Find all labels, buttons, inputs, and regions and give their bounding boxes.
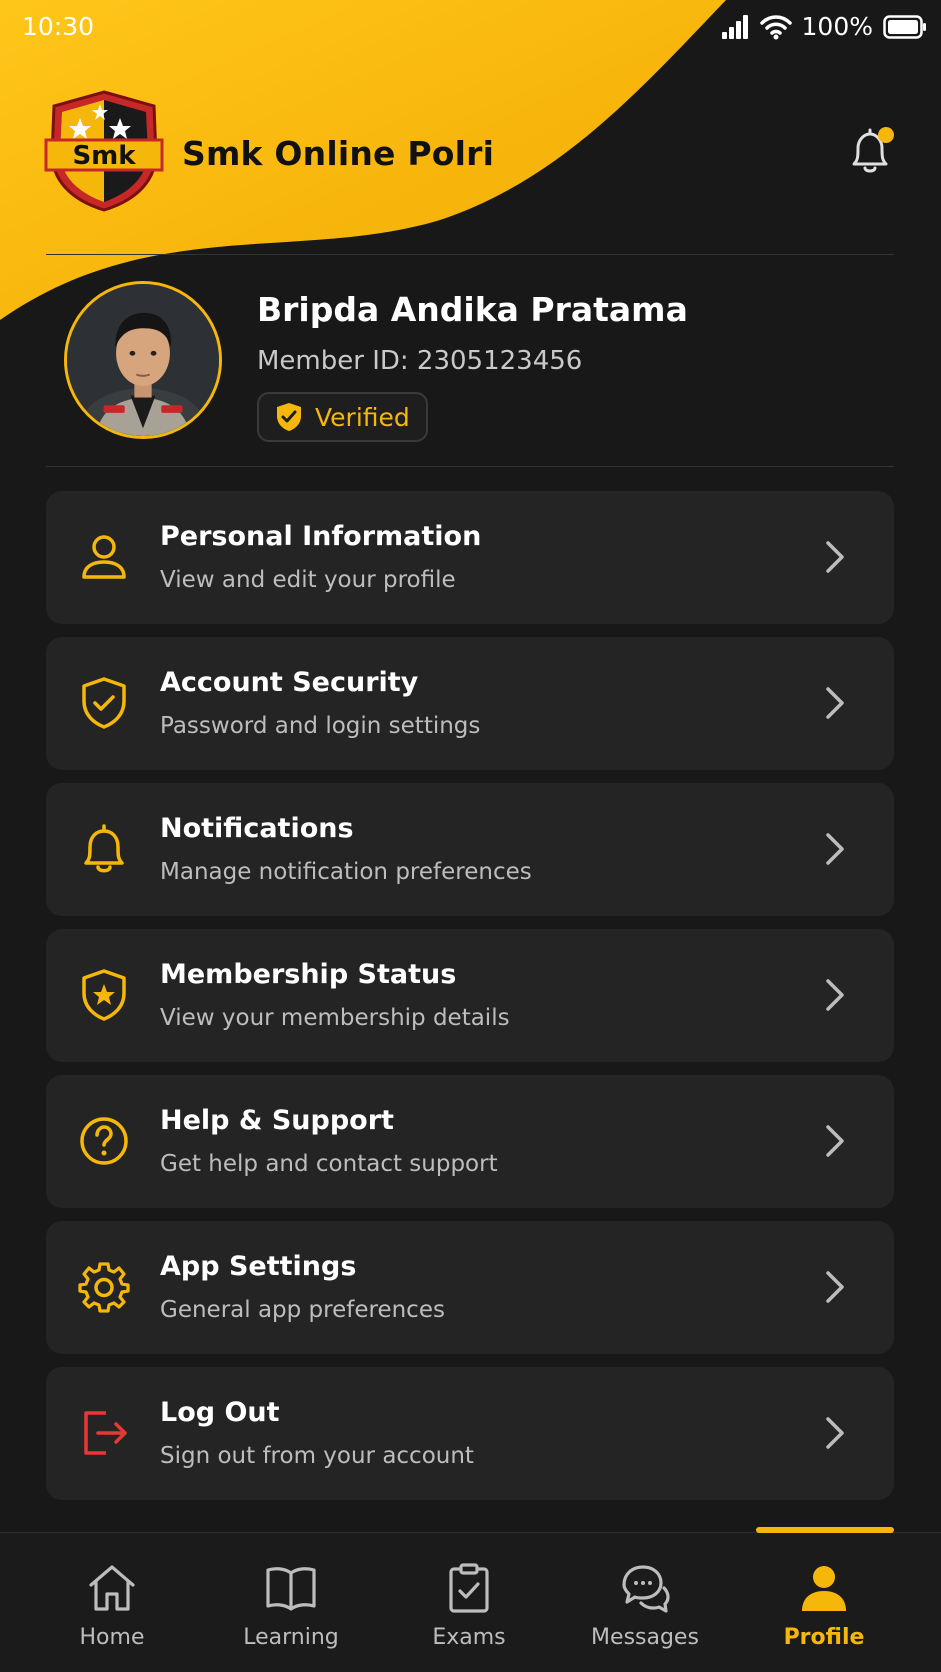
menu-item-log-out[interactable]: Log Out Sign out from your account — [46, 1367, 894, 1500]
battery-icon — [883, 14, 926, 39]
book-icon — [266, 1567, 316, 1611]
user-icon — [82, 535, 126, 579]
menu-title: App Settings — [160, 1251, 357, 1282]
clipboard-check-icon — [449, 1563, 489, 1613]
menu-title: Personal Information — [160, 521, 482, 552]
nav-exams[interactable]: Exams — [394, 1561, 544, 1661]
profile-screen: 10:30 100% Smk Smk Online Polri Bripda A… — [0, 0, 941, 1672]
shield-check-icon — [277, 403, 301, 431]
profile-name: Bripda Andika Pratama — [257, 290, 688, 329]
gear-icon — [78, 1262, 130, 1313]
nav-label: Exams — [432, 1625, 506, 1650]
nav-profile[interactable]: Profile — [749, 1561, 899, 1661]
bell-icon — [84, 824, 124, 873]
menu-subtitle: General app preferences — [160, 1297, 445, 1323]
battery-percentage: 100% — [801, 12, 873, 41]
shield-star-icon — [82, 969, 126, 1021]
bottom-navigation: Home Learning Exams Messages Profile — [0, 1527, 941, 1672]
shield-check-icon — [82, 677, 126, 729]
menu-title: Help & Support — [160, 1105, 394, 1136]
nav-home[interactable]: Home — [37, 1561, 187, 1661]
menu-subtitle: Get help and contact support — [160, 1151, 498, 1177]
menu-title: Notifications — [160, 813, 354, 844]
chevron-right-icon — [826, 1417, 844, 1449]
status-indicators: 100% — [720, 12, 927, 41]
nav-label: Messages — [591, 1625, 699, 1650]
avatar — [64, 281, 222, 439]
verified-badge: Verified — [257, 392, 428, 442]
chevron-right-icon — [826, 687, 844, 719]
bell-icon — [852, 127, 894, 173]
menu-item-personal-information[interactable]: Personal Information View and edit your … — [46, 491, 894, 624]
chevron-right-icon — [826, 979, 844, 1011]
logo-text: Smk — [72, 141, 136, 171]
menu-item-notifications[interactable]: Notifications Manage notification prefer… — [46, 783, 894, 916]
menu-item-account-security[interactable]: Account Security Password and login sett… — [46, 637, 894, 770]
chevron-right-icon — [826, 1125, 844, 1157]
chevron-right-icon — [826, 1271, 844, 1303]
chevron-right-icon — [826, 541, 844, 573]
signal-icon — [721, 14, 748, 39]
active-tab-indicator — [756, 1527, 894, 1533]
menu-subtitle: View your membership details — [160, 1005, 510, 1031]
menu-title: Membership Status — [160, 959, 457, 990]
menu-title: Account Security — [160, 667, 419, 698]
menu-subtitle: Sign out from your account — [160, 1443, 474, 1469]
wifi-icon — [759, 14, 792, 39]
chat-icon — [622, 1565, 670, 1613]
chevron-right-icon — [826, 833, 844, 865]
notification-dot — [878, 127, 894, 143]
notification-button[interactable] — [846, 126, 894, 178]
nav-label: Learning — [243, 1625, 339, 1650]
status-bar: 10:30 100% — [0, 0, 941, 56]
menu-subtitle: Manage notification preferences — [160, 859, 532, 885]
nav-messages[interactable]: Messages — [570, 1561, 720, 1661]
app-logo: Smk — [44, 90, 164, 212]
question-icon — [80, 1117, 128, 1165]
menu-item-membership-status[interactable]: Membership Status View your membership d… — [46, 929, 894, 1062]
avatar-portrait — [67, 284, 219, 436]
home-icon — [89, 1565, 135, 1611]
menu-title: Log Out — [160, 1397, 280, 1428]
divider — [46, 466, 894, 467]
member-id: Member ID: 2305123456 — [257, 346, 583, 376]
nav-label: Profile — [783, 1625, 865, 1650]
nav-label: Home — [79, 1625, 145, 1650]
verified-label: Verified — [315, 402, 410, 432]
menu-subtitle: View and edit your profile — [160, 567, 456, 593]
profile-icon — [802, 1566, 846, 1611]
status-time: 10:30 — [22, 12, 95, 41]
menu-item-app-settings[interactable]: App Settings General app preferences — [46, 1221, 894, 1354]
nav-learning[interactable]: Learning — [216, 1561, 366, 1661]
menu-item-help-support[interactable]: Help & Support Get help and contact supp… — [46, 1075, 894, 1208]
divider — [46, 254, 894, 255]
logout-icon — [84, 1411, 127, 1455]
menu-subtitle: Password and login settings — [160, 713, 481, 739]
app-title: Smk Online Polri — [182, 134, 495, 173]
